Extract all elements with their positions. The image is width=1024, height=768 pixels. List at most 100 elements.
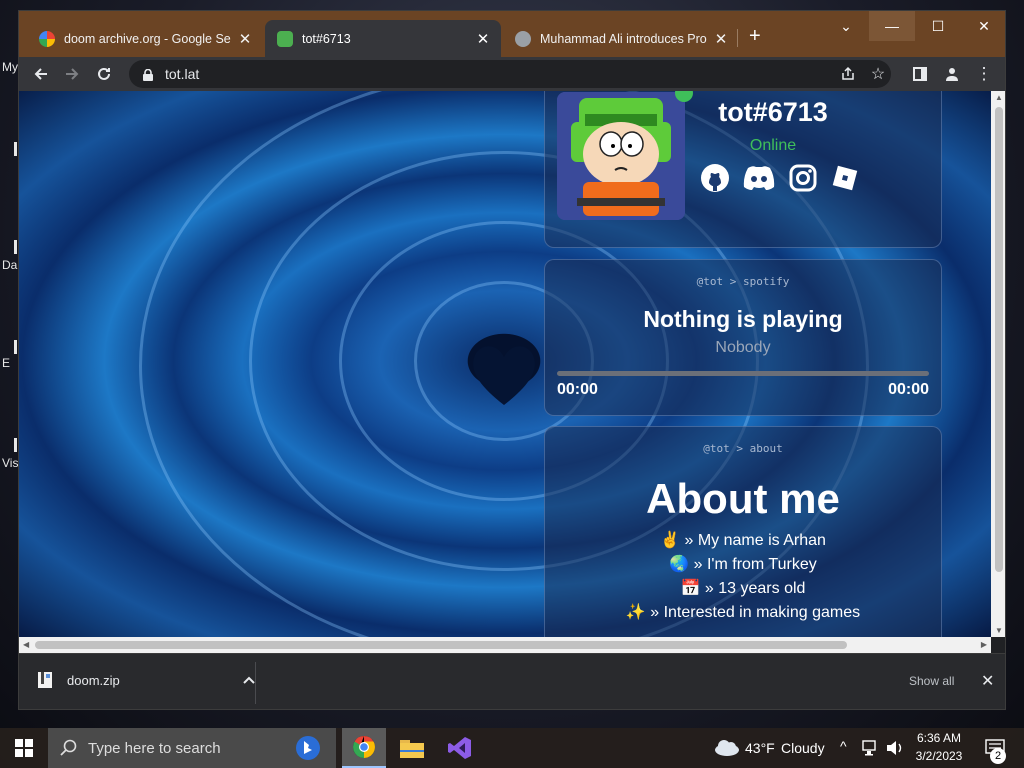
chevron-up-icon[interactable] <box>243 676 255 684</box>
chrome-taskbar-button[interactable] <box>342 728 386 768</box>
scroll-up-icon[interactable]: ▲ <box>995 93 1003 102</box>
close-tab-icon[interactable]: ✕ <box>475 30 491 48</box>
about-line: 🌏 » I'm from Turkey <box>669 556 817 573</box>
instagram-icon[interactable] <box>787 162 819 194</box>
tab-separator <box>737 29 738 47</box>
github-icon[interactable] <box>699 162 731 194</box>
discord-icon[interactable] <box>741 162 777 194</box>
desktop-icon[interactable] <box>14 240 17 254</box>
desktop-icon-label[interactable]: My <box>2 60 18 74</box>
taskbar: Type here to search 43°F Cloudy ^ 6:36 A… <box>0 728 1024 768</box>
lock-icon <box>143 68 153 81</box>
weather-condition[interactable]: Cloudy <box>781 740 825 756</box>
browser-window: doom archive.org - Google Searc ✕ tot#67… <box>18 10 1006 710</box>
track-artist: Nobody <box>715 339 771 356</box>
network-icon[interactable] <box>862 740 880 756</box>
windows-logo-icon <box>15 739 33 757</box>
about-line: ✌ » My name is Arhan <box>660 532 826 549</box>
heart-icon <box>473 346 535 405</box>
kyle-avatar-image <box>557 92 685 220</box>
desktop-icon-label[interactable]: Vis <box>2 456 18 470</box>
zip-file-icon <box>38 672 52 688</box>
minimize-button[interactable]: — <box>869 11 915 41</box>
arrow-left-icon <box>34 68 47 80</box>
url-text[interactable]: tot.lat <box>165 66 199 82</box>
clock-date[interactable]: 3/2/2023 <box>908 749 970 763</box>
desktop-icon-label[interactable]: E <box>2 356 10 370</box>
menu-kebab-icon[interactable]: ⋮ <box>971 61 997 87</box>
sparkles-emoji: ✨ <box>625 604 646 621</box>
tab-search-button[interactable]: ⌄ <box>823 11 869 41</box>
visual-studio-icon <box>448 737 471 759</box>
search-icon <box>60 739 77 756</box>
start-button[interactable] <box>0 728 48 768</box>
kyle-avatar-icon <box>277 30 293 47</box>
vertical-scrollbar[interactable]: ▲ ▼ <box>991 91 1005 637</box>
horizontal-scroll-thumb[interactable] <box>35 641 847 649</box>
file-explorer-taskbar-button[interactable] <box>390 728 434 768</box>
new-tab-button[interactable]: + <box>749 25 761 48</box>
track-title: Nothing is playing <box>643 306 843 332</box>
globe-emoji: 🌏 <box>669 556 690 573</box>
roblox-icon[interactable] <box>829 162 861 194</box>
tab-muhammad-ali[interactable]: Muhammad Ali introduces Propl ✕ <box>503 20 739 57</box>
show-all-button[interactable]: Show all <box>909 674 954 688</box>
tab-title: tot#6713 <box>302 31 351 46</box>
visual-studio-taskbar-button[interactable] <box>438 728 482 768</box>
close-tab-icon[interactable]: ✕ <box>237 30 253 48</box>
close-tab-icon[interactable]: ✕ <box>713 30 729 48</box>
bing-icon[interactable] <box>294 734 322 762</box>
weather-temp[interactable]: 43°F <box>745 740 775 756</box>
about-card: @tot > about About me ✌ » My name is Arh… <box>544 426 942 637</box>
arrow-right-icon <box>66 68 79 80</box>
about-list: ✌ » My name is Arhan 🌏 » I'm from Turkey… <box>545 529 941 625</box>
page-viewport: tot#6713 Online @tot > spotify Nothing i… <box>19 91 991 637</box>
vertical-scroll-thumb[interactable] <box>995 107 1003 572</box>
desktop-icon[interactable] <box>14 142 17 156</box>
scroll-left-icon[interactable]: ◀ <box>23 640 29 649</box>
tab-title: doom archive.org - Google Searc <box>64 31 231 46</box>
address-bar[interactable]: tot.lat ☆ <box>129 60 891 88</box>
track-duration: 00:00 <box>888 381 929 398</box>
back-button[interactable] <box>28 61 54 87</box>
download-item[interactable]: doom.zip <box>37 671 255 689</box>
taskbar-search-box[interactable]: Type here to search <box>48 728 336 768</box>
profile-icon[interactable] <box>939 61 965 87</box>
scroll-down-icon[interactable]: ▼ <box>995 626 1003 635</box>
about-breadcrumb: @tot > about <box>703 442 783 455</box>
notification-badge: 2 <box>990 748 1006 764</box>
forward-button[interactable] <box>59 61 85 87</box>
horizontal-scrollbar[interactable]: ◀ ▶ <box>19 637 991 653</box>
social-links <box>699 162 861 194</box>
browser-toolbar: tot.lat ☆ ⋮ <box>19 57 1005 91</box>
about-line: ✨ » Interested in making games <box>625 604 861 621</box>
maximize-button[interactable]: ☐ <box>915 11 961 41</box>
divider <box>255 662 256 704</box>
desktop-icon[interactable] <box>14 438 17 452</box>
reload-icon <box>98 67 110 80</box>
elapsed-time: 00:00 <box>557 381 598 398</box>
folder-icon <box>400 740 424 758</box>
tab-tot[interactable]: tot#6713 ✕ <box>265 20 501 57</box>
victory-hand-emoji: ✌ <box>660 532 681 549</box>
tab-google-search[interactable]: doom archive.org - Google Searc ✕ <box>27 20 263 57</box>
close-downloads-icon[interactable]: ✕ <box>981 671 994 691</box>
weather-icon[interactable] <box>710 728 744 768</box>
desktop-icon[interactable] <box>14 340 17 354</box>
scroll-right-icon[interactable]: ▶ <box>981 640 987 649</box>
reload-button[interactable] <box>91 61 117 87</box>
profile-status: Online <box>749 137 797 154</box>
chevron-up-icon[interactable]: ^ <box>840 738 847 754</box>
close-window-button[interactable]: ✕ <box>961 11 1005 41</box>
side-panel-icon[interactable] <box>907 61 933 87</box>
google-icon <box>39 30 55 47</box>
tab-title: Muhammad Ali introduces Propl <box>540 31 707 46</box>
volume-icon[interactable] <box>886 740 904 756</box>
desktop-icon-label[interactable]: Da <box>2 258 17 272</box>
bookmark-star-icon[interactable]: ☆ <box>865 61 891 87</box>
share-icon[interactable] <box>835 61 861 87</box>
track-progress-bar <box>557 371 929 376</box>
profile-username: tot#6713 <box>718 97 828 127</box>
clock-time[interactable]: 6:36 AM <box>908 731 970 745</box>
chrome-icon <box>353 736 375 758</box>
